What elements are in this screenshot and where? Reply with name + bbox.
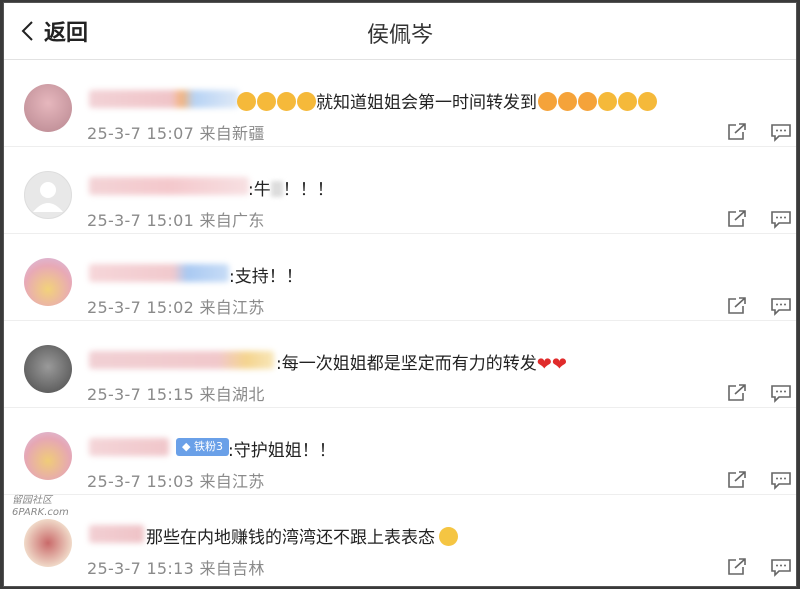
crying-emoji-icon (297, 92, 316, 111)
blurred-text (270, 181, 283, 197)
comment-body: 就知道姐姐会第一时间转发到 (316, 93, 537, 113)
comment-body: :守护姐姐！！ (228, 441, 336, 461)
comment-item: ◆ 铁粉3 :守护姐姐！！ 25-3-7 15:03 来自江苏 (4, 408, 796, 495)
comment-meta: 25-3-7 15:03 来自江苏 (87, 468, 265, 492)
comment-icon[interactable] (770, 557, 792, 577)
comment-icon[interactable] (770, 122, 792, 142)
share-icon[interactable] (726, 296, 748, 316)
share-icon[interactable] (726, 209, 748, 229)
comment-location: 来自吉林 (199, 559, 265, 578)
comment-item: :支持！！ 25-3-7 15:02 来自江苏 (4, 234, 796, 321)
avatar[interactable] (24, 171, 72, 219)
avatar[interactable] (24, 519, 72, 567)
comment-item: 那些在内地赚钱的湾湾还不跟上表表态 25-3-7 15:13 来自吉林 (4, 495, 796, 581)
comment-meta: 25-3-7 15:13 来自吉林 (87, 555, 265, 579)
blurred-username[interactable] (89, 90, 239, 108)
watermark-line1: 留园社区 (12, 495, 52, 506)
comment-body: :牛 (248, 180, 271, 200)
comment-list: 就知道姐姐会第一时间转发到 25-3-7 15:07 来自新疆 :牛 ！！！ 25… (4, 60, 796, 581)
kiss-emoji-icon (538, 92, 557, 111)
comment-meta: 25-3-7 15:07 来自新疆 (87, 120, 265, 144)
comment-location: 来自江苏 (199, 472, 265, 491)
crying-emoji-icon (257, 92, 276, 111)
comment-meta: 25-3-7 15:01 来自广东 (87, 207, 265, 231)
comment-time: 25-3-7 15:13 (87, 559, 195, 578)
share-icon[interactable] (726, 122, 748, 142)
comment-time: 25-3-7 15:03 (87, 472, 195, 491)
comment-location: 来自湖北 (199, 385, 265, 404)
fan-badge: ◆ 铁粉3 (176, 438, 229, 456)
diamond-icon: ◆ (182, 440, 191, 453)
comment-body: :支持！！ (229, 267, 303, 287)
avatar[interactable] (24, 258, 72, 306)
share-icon[interactable] (726, 557, 748, 577)
comment-location: 来自广东 (199, 211, 265, 230)
comment-item: 就知道姐姐会第一时间转发到 25-3-7 15:07 来自新疆 (4, 60, 796, 147)
comment-time: 25-3-7 15:02 (87, 298, 195, 317)
comment-location: 来自新疆 (199, 124, 265, 143)
kiss-emoji-icon (558, 92, 577, 111)
avatar[interactable] (24, 345, 72, 393)
watermark-line2: 6PARK.com (12, 507, 69, 518)
heart-icon: ❤❤ (536, 354, 567, 375)
blurred-username[interactable] (89, 177, 249, 195)
header-bar: 返回 侯佩岑 (4, 3, 796, 60)
comment-text: 就知道姐姐会第一时间转发到 (236, 88, 657, 113)
comment-text: :牛 ！！！ (248, 175, 334, 200)
comment-icon[interactable] (770, 383, 792, 403)
comment-text: :支持！！ (229, 262, 303, 287)
comment-icon[interactable] (770, 470, 792, 490)
comment-item: :每一次姐姐都是坚定而有力的转发❤❤ 25-3-7 15:15 来自湖北 (4, 321, 796, 408)
comment-time: 25-3-7 15:07 (87, 124, 195, 143)
share-icon[interactable] (726, 383, 748, 403)
comment-meta: 25-3-7 15:15 来自湖北 (87, 381, 265, 405)
comment-text: :守护姐姐！！ (228, 436, 336, 461)
default-avatar-icon (33, 182, 63, 212)
smile-emoji-icon (439, 527, 458, 546)
blurred-username[interactable] (89, 351, 274, 369)
heart-hands-emoji-icon (598, 92, 617, 111)
comment-meta: 25-3-7 15:02 来自江苏 (87, 294, 265, 318)
blurred-username[interactable] (89, 525, 144, 543)
avatar[interactable] (24, 84, 72, 132)
heart-hands-emoji-icon (638, 92, 657, 111)
comment-item: :牛 ！！！ 25-3-7 15:01 来自广东 (4, 147, 796, 234)
avatar[interactable] (24, 432, 72, 480)
watermark: 留园社区 6PARK.com (12, 495, 69, 519)
crying-emoji-icon (277, 92, 296, 111)
comment-text: 那些在内地赚钱的湾湾还不跟上表表态 (146, 523, 458, 548)
blurred-username[interactable] (89, 264, 229, 282)
comment-icon[interactable] (770, 296, 792, 316)
heart-hands-emoji-icon (618, 92, 637, 111)
comment-location: 来自江苏 (199, 298, 265, 317)
comment-time: 25-3-7 15:01 (87, 211, 195, 230)
comment-body: :每一次姐姐都是坚定而有力的转发 (276, 354, 537, 374)
crying-emoji-icon (237, 92, 256, 111)
blurred-username[interactable] (89, 438, 169, 456)
kiss-emoji-icon (578, 92, 597, 111)
fan-badge-label: 铁粉3 (193, 440, 223, 453)
comments-panel: 返回 侯佩岑 就知道姐姐会第一时间转发到 25-3-7 15:07 来自新疆 :… (3, 2, 797, 587)
comment-body: 那些在内地赚钱的湾湾还不跟上表表态 (146, 528, 435, 548)
page-title: 侯佩岑 (366, 23, 433, 48)
share-icon[interactable] (726, 470, 748, 490)
comment-text: :每一次姐姐都是坚定而有力的转发❤❤ (276, 349, 567, 375)
comment-icon[interactable] (770, 209, 792, 229)
comment-body-suffix: ！！！ (282, 180, 334, 200)
comment-time: 25-3-7 15:15 (87, 385, 195, 404)
